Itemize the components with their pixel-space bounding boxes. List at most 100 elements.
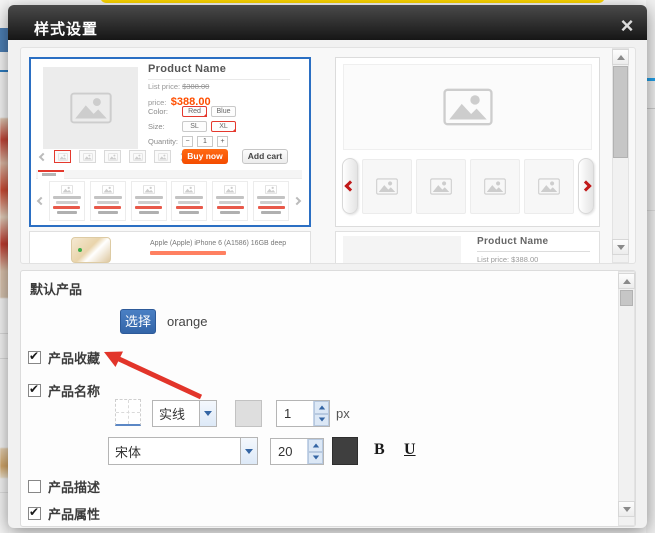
preview-quantity-row: Quantity: − 1 +	[148, 136, 228, 147]
thumbnail	[470, 159, 520, 214]
scroll-up-icon[interactable]	[618, 273, 635, 289]
thumbnail	[129, 150, 146, 163]
spin-down-icon[interactable]	[314, 414, 329, 427]
checkbox-row-product-attributes[interactable]: 产品属性	[28, 505, 100, 521]
preview-product-name: Product Name	[148, 63, 290, 80]
preview-carousel	[342, 158, 594, 214]
dialog-titlebar[interactable]: 样式设置 ×	[8, 5, 647, 40]
border-style-value: 实线	[153, 404, 199, 423]
checkbox-label: 产品属性	[48, 504, 100, 523]
chevron-down-icon[interactable]	[199, 401, 216, 426]
scrollbar-thumb[interactable]	[613, 66, 628, 158]
close-icon[interactable]: ×	[612, 13, 642, 39]
image-placeholder	[343, 236, 461, 264]
spin-up-icon[interactable]	[308, 439, 323, 452]
thumbnail	[104, 150, 121, 163]
settings-scrollbar[interactable]	[618, 271, 635, 526]
template-gallery-panel: Product Name List price: $388.00 price: …	[20, 47, 636, 264]
background-blue-line	[646, 78, 655, 81]
border-width-input[interactable]: 1	[276, 400, 330, 427]
thumbnail	[54, 150, 71, 163]
unit-label: px	[336, 406, 350, 421]
preview-color-row: Color: Red Blue	[148, 106, 236, 117]
buy-now-button: Buy now	[182, 149, 228, 164]
template-option-image-carousel[interactable]	[335, 57, 600, 227]
color-option-blue: Blue	[211, 106, 236, 117]
checkbox-product-favorite[interactable]	[28, 351, 41, 364]
selected-product-name: orange	[167, 314, 207, 329]
size-option-sl: SL	[182, 121, 207, 132]
checkbox-product-name[interactable]	[28, 384, 41, 397]
mini-product-card	[171, 181, 207, 221]
checkbox-label: 产品描述	[48, 477, 100, 496]
next-icon	[293, 197, 301, 205]
background-highlight-outline	[100, 0, 605, 3]
font-family-select[interactable]: 宋体	[108, 437, 258, 465]
add-cart-button: Add cart	[242, 149, 288, 164]
underline-button[interactable]: U	[404, 441, 416, 459]
default-product-label: 默认产品	[30, 279, 82, 298]
size-option-xl: XL	[211, 121, 236, 132]
related-products-row	[38, 181, 300, 221]
preview-product-name: Product Name	[477, 236, 548, 247]
thumbnail	[416, 159, 466, 214]
checkbox-product-attributes[interactable]	[28, 507, 41, 520]
mini-product-card	[131, 181, 167, 221]
spin-down-icon[interactable]	[308, 452, 323, 465]
main-image-placeholder	[43, 67, 138, 149]
chevron-down-icon[interactable]	[240, 438, 257, 464]
border-position-picker[interactable]	[115, 399, 141, 426]
carousel-prev-button	[342, 158, 358, 214]
dialog-title: 样式设置	[34, 18, 98, 39]
checkbox-row-product-favorite[interactable]: 产品收藏	[28, 349, 100, 365]
checkbox-label: 产品名称	[48, 381, 100, 400]
prev-icon	[37, 197, 45, 205]
font-color-swatch[interactable]	[332, 437, 358, 465]
scroll-down-icon[interactable]	[618, 501, 635, 517]
scroll-up-icon[interactable]	[612, 49, 629, 65]
carousel-next-button	[578, 158, 594, 214]
preview-thumbnail-strip	[40, 150, 185, 163]
preview-size-row: Size: SL XL	[148, 121, 236, 132]
thumbnail	[79, 150, 96, 163]
border-style-select[interactable]: 实线	[152, 400, 217, 427]
border-width-value: 1	[277, 401, 313, 426]
border-color-swatch[interactable]	[235, 400, 262, 427]
spin-up-icon[interactable]	[314, 401, 329, 414]
preview-list-price: List price: $388.00	[477, 255, 538, 264]
template-option-product-detail-selected[interactable]: Product Name List price: $388.00 price: …	[29, 57, 311, 227]
background-page-right-edge	[646, 0, 655, 533]
quantity-value: 1	[197, 136, 213, 147]
font-size-value: 20	[271, 439, 307, 464]
scrollbar-thumb[interactable]	[620, 290, 633, 306]
preview-list-price: List price: $388.00	[148, 82, 209, 91]
template-option-iphone-list[interactable]: Apple (Apple) iPhone 6 (A1586) 16GB deep	[29, 231, 311, 264]
quantity-minus: −	[182, 136, 193, 147]
color-option-red: Red	[182, 106, 207, 117]
iphone-image	[71, 237, 111, 263]
choose-product-button[interactable]: 选择	[120, 309, 156, 334]
checkbox-product-description[interactable]	[28, 480, 41, 493]
font-size-input[interactable]: 20	[270, 438, 324, 465]
thumbnail	[524, 159, 574, 214]
related-products-header	[36, 170, 302, 179]
prev-icon	[39, 152, 47, 160]
main-image-placeholder	[343, 64, 592, 150]
scroll-down-icon[interactable]	[612, 239, 629, 255]
font-family-value: 宋体	[109, 442, 240, 461]
thumbnail	[362, 159, 412, 214]
bold-button[interactable]: B	[374, 441, 385, 459]
thumbnail	[154, 150, 171, 163]
preview-price-line	[150, 251, 226, 255]
style-settings-panel: 默认产品 选择 orange 产品收藏 产品名称 实线 1 px 宋体 20 B…	[20, 270, 636, 527]
checkbox-label: 产品收藏	[48, 348, 100, 367]
mini-product-card	[49, 181, 85, 221]
preview-caption: Apple (Apple) iPhone 6 (A1586) 16GB deep	[150, 240, 286, 247]
template-option-product-detail-2[interactable]: Product Name List price: $388.00	[335, 231, 600, 264]
quantity-plus: +	[217, 136, 228, 147]
mini-product-card	[253, 181, 289, 221]
mini-product-card	[90, 181, 126, 221]
checkbox-row-product-description[interactable]: 产品描述	[28, 478, 100, 494]
mini-product-card	[212, 181, 248, 221]
checkbox-row-product-name[interactable]: 产品名称	[28, 382, 100, 398]
